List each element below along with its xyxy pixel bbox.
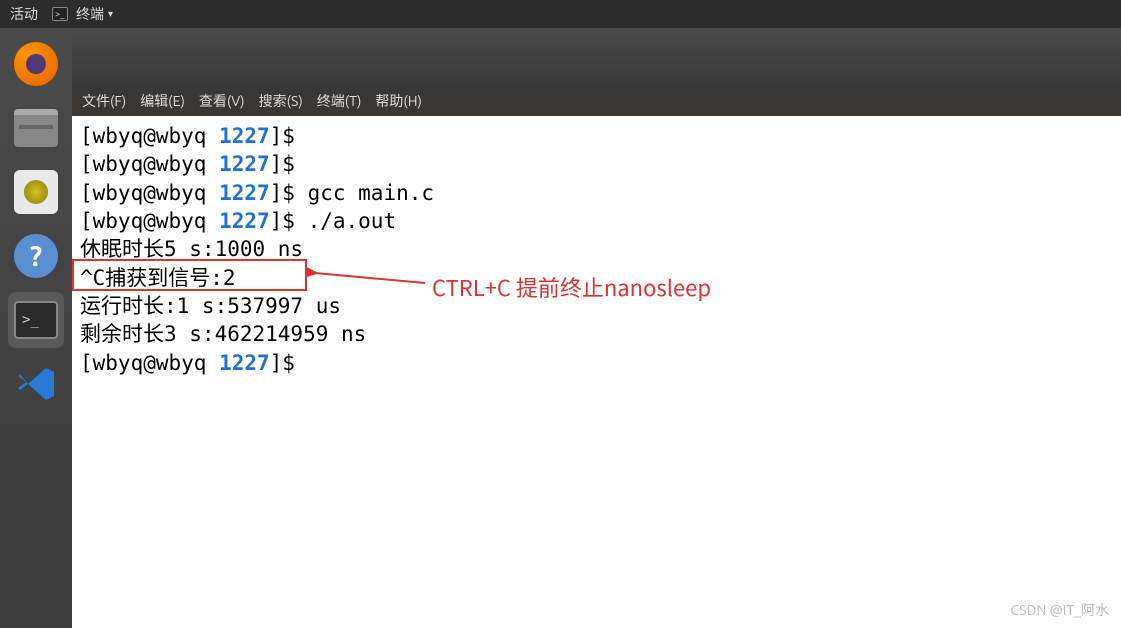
watermark: CSDN @IT_阿水 — [1010, 600, 1109, 620]
launcher-firefox[interactable] — [8, 36, 64, 92]
main-area: ? >_ 文件(F) 编辑(E) 查看(V) 搜索(S) 终端(T) 帮助(H)… — [0, 28, 1121, 628]
terminal-output-line: 剩余时长3 s:462214959 ns — [80, 320, 1113, 348]
terminal-prompt-line: [wbyq@wbyq 1227]$ ./a.out — [80, 207, 1113, 235]
firefox-icon — [14, 42, 58, 86]
launcher-dock: ? >_ — [0, 28, 72, 628]
terminal-prompt-line: [wbyq@wbyq 1227]$ — [80, 122, 1113, 150]
menu-terminal[interactable]: 终端(T) — [317, 91, 362, 111]
terminal-prompt-line: [wbyq@wbyq 1227]$ — [80, 150, 1113, 178]
terminal-prompt-line: [wbyq@wbyq 1227]$ gcc main.c — [80, 179, 1113, 207]
vscode-icon — [16, 364, 56, 404]
annotation-text: CTRL+C 提前终止nanosleep — [432, 273, 711, 303]
launcher-files[interactable] — [8, 100, 64, 156]
terminal-icon: >_ — [14, 301, 58, 339]
current-app[interactable]: >_ 终端 ▾ — [52, 4, 113, 24]
activities-button[interactable]: 活动 — [10, 4, 38, 24]
terminal-output-line: 休眠时长5 s:1000 ns — [80, 235, 1113, 263]
menu-view[interactable]: 查看(V) — [199, 91, 245, 111]
files-icon — [14, 109, 58, 147]
menu-edit[interactable]: 编辑(E) — [140, 91, 185, 111]
launcher-music[interactable] — [8, 164, 64, 220]
launcher-help[interactable]: ? — [8, 228, 64, 284]
menu-file[interactable]: 文件(F) — [82, 91, 126, 111]
terminal-window: 文件(F) 编辑(E) 查看(V) 搜索(S) 终端(T) 帮助(H) [wby… — [72, 28, 1121, 628]
terminal-menubar: 文件(F) 编辑(E) 查看(V) 搜索(S) 终端(T) 帮助(H) — [72, 86, 1121, 116]
terminal-prompt-line: [wbyq@wbyq 1227]$ — [80, 349, 1113, 377]
chevron-down-icon: ▾ — [108, 8, 113, 20]
terminal-titlebar[interactable] — [72, 28, 1121, 86]
terminal-mini-icon: >_ — [52, 7, 68, 21]
launcher-terminal[interactable]: >_ — [8, 292, 64, 348]
launcher-vscode[interactable] — [8, 356, 64, 412]
menu-help[interactable]: 帮助(H) — [375, 91, 422, 111]
help-icon: ? — [14, 234, 58, 278]
terminal-body[interactable]: [wbyq@wbyq 1227]$ [wbyq@wbyq 1227]$ [wby… — [72, 116, 1121, 628]
menu-search[interactable]: 搜索(S) — [259, 91, 303, 111]
system-topbar: 活动 >_ 终端 ▾ — [0, 0, 1121, 28]
music-icon — [14, 170, 58, 214]
